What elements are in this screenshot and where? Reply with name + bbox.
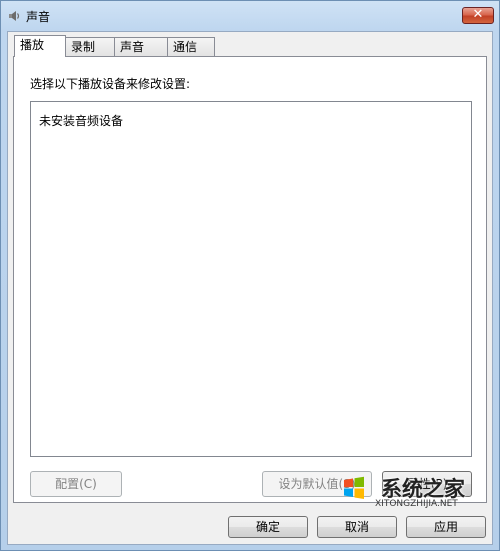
cancel-label: 取消 <box>344 520 369 534</box>
no-devices-message: 未安装音频设备 <box>39 114 124 128</box>
sound-dialog-window: 声音 ✕ 播放 录制 声音 通信 选择以下播放设备来修改设置: 未安装音频设备 … <box>0 0 500 551</box>
tab-recording[interactable]: 录制 <box>65 37 115 56</box>
cancel-button[interactable]: 取消 <box>317 516 397 538</box>
close-button[interactable]: ✕ <box>462 7 494 24</box>
speaker-icon <box>9 11 20 21</box>
tab-playback[interactable]: 播放 <box>14 35 66 57</box>
apply-button[interactable]: 应用 <box>406 516 486 538</box>
playback-panel: 选择以下播放设备来修改设置: 未安装音频设备 配置(C) 设为默认值(S) 属性… <box>13 56 487 503</box>
tab-label: 声音 <box>120 40 145 54</box>
close-icon: ✕ <box>472 7 484 22</box>
windows-logo-icon <box>344 476 364 499</box>
playback-device-list[interactable]: 未安装音频设备 <box>30 101 472 457</box>
tab-communications[interactable]: 通信 <box>167 37 215 56</box>
ok-button[interactable]: 确定 <box>228 516 308 538</box>
instruction-text: 选择以下播放设备来修改设置: <box>30 77 191 91</box>
site-watermark: 系统之家 XITONGZHIJIA.NET <box>341 473 476 513</box>
ok-label: 确定 <box>255 520 280 534</box>
configure-button[interactable]: 配置(C) <box>30 471 122 497</box>
title-bar[interactable]: 声音 ✕ <box>1 1 499 31</box>
dialog-client-area: 播放 录制 声音 通信 选择以下播放设备来修改设置: 未安装音频设备 配置(C)… <box>7 31 493 545</box>
tab-label: 通信 <box>173 40 198 54</box>
tab-label: 录制 <box>71 40 96 54</box>
apply-label: 应用 <box>433 520 458 534</box>
configure-label: 配置(C) <box>55 477 97 491</box>
tab-sounds[interactable]: 声音 <box>114 37 168 56</box>
tab-label: 播放 <box>20 38 45 52</box>
window-title: 声音 <box>26 10 51 24</box>
watermark-url: XITONGZHIJIA.NET <box>375 499 458 509</box>
